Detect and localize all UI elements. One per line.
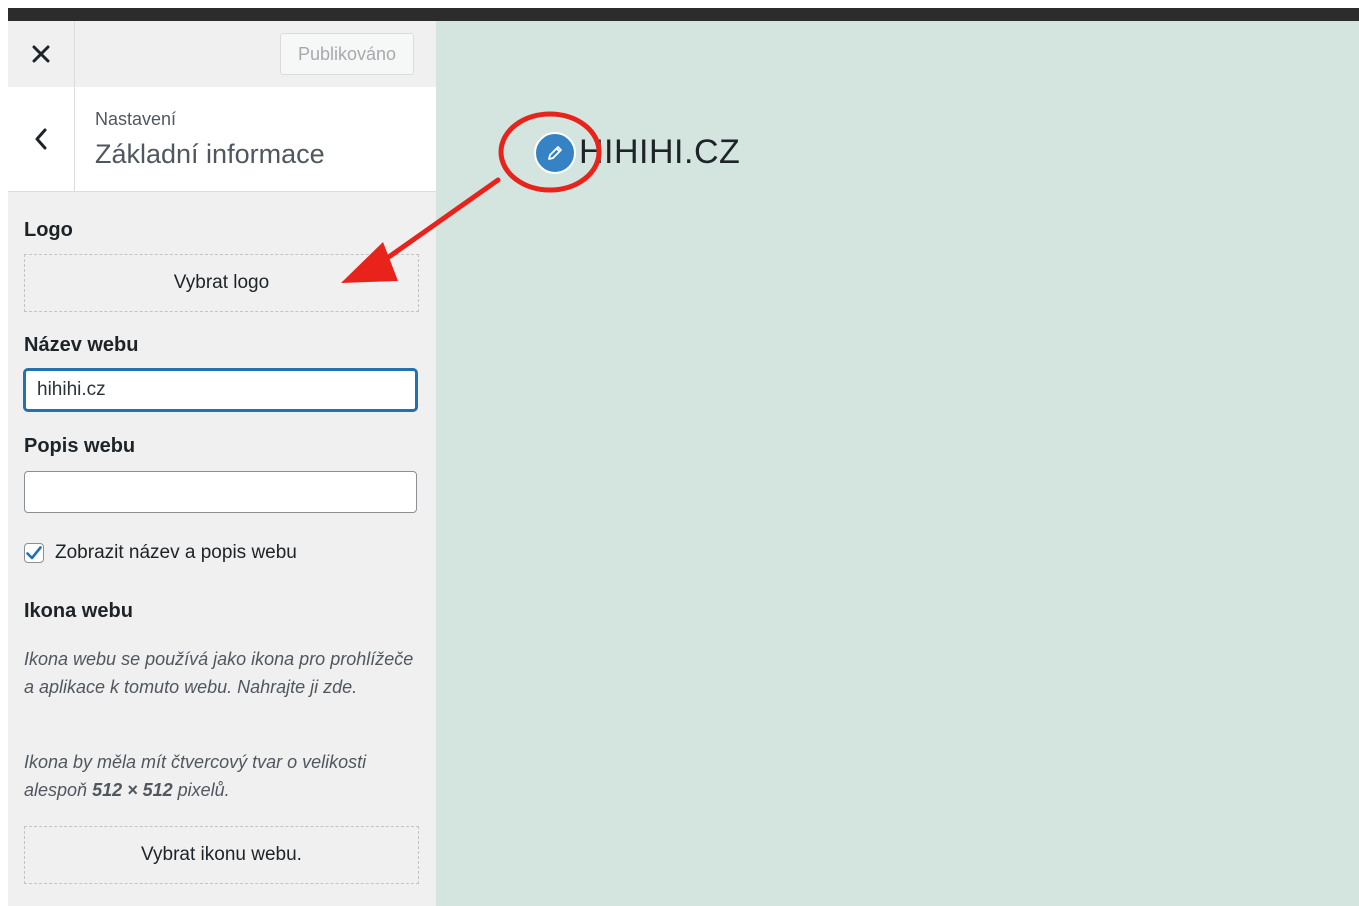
section-header: Nastavení Základní informace xyxy=(8,87,436,192)
tagline-input[interactable] xyxy=(24,471,417,513)
site-icon-label: Ikona webu xyxy=(24,600,133,622)
tagline-label: Popis webu xyxy=(24,435,136,457)
site-title-label: Název webu xyxy=(24,334,139,356)
edit-shortcut-button[interactable] xyxy=(534,132,576,174)
site-preview: HIHIHI.CZ xyxy=(436,21,1359,906)
display-title-checkbox[interactable] xyxy=(24,543,44,563)
pencil-icon xyxy=(548,146,562,160)
select-logo-button[interactable]: Vybrat logo xyxy=(24,254,419,312)
display-title-row: Zobrazit název a popis webu xyxy=(24,542,297,564)
chevron-left-icon xyxy=(35,128,47,150)
site-icon-description: Ikona webu se používá jako ikona pro pro… xyxy=(24,649,414,697)
site-icon-size-note: Ikona by měla mít čtvercový tvar o velik… xyxy=(24,752,367,800)
sidebar-header: Publikováno xyxy=(8,21,436,88)
customizer-frame: Publikováno Nastavení Základní informace… xyxy=(8,21,1359,906)
browser-top-bar xyxy=(8,8,1359,21)
checkmark-icon xyxy=(26,546,42,560)
back-button[interactable] xyxy=(8,87,75,191)
publish-button[interactable]: Publikováno xyxy=(280,33,414,75)
display-title-label: Zobrazit název a popis webu xyxy=(55,542,297,563)
section-title: Základní informace xyxy=(95,139,325,169)
logo-label: Logo xyxy=(24,219,73,241)
customizer-sidebar: Publikováno Nastavení Základní informace… xyxy=(8,21,437,906)
close-button[interactable] xyxy=(8,21,75,87)
preview-site-title[interactable]: HIHIHI.CZ xyxy=(579,133,740,172)
close-icon xyxy=(32,45,50,63)
site-title-input[interactable] xyxy=(24,369,417,411)
breadcrumb: Nastavení xyxy=(95,109,177,129)
icon-size: 512 × 512 xyxy=(92,780,173,800)
select-site-icon-button[interactable]: Vybrat ikonu webu. xyxy=(24,826,419,884)
